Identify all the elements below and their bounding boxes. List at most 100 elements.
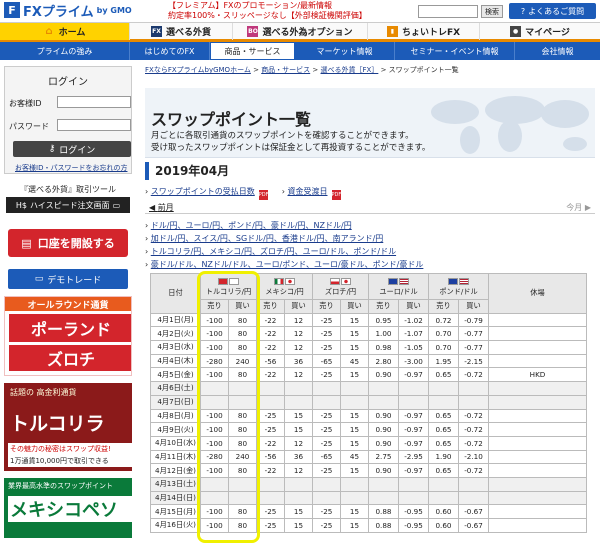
pair-link-4[interactable]: 豪ドル/ドル、NZドル/ドル、ユーロ/ポンド、ユーロ/豪ドル、ポンド/豪ドル xyxy=(151,260,424,269)
tab-mypage[interactable]: ● マイページ xyxy=(480,23,600,40)
person-icon: ● xyxy=(510,26,522,37)
holiday-cell xyxy=(488,490,587,506)
breadcrumb-home[interactable]: FXならFXプライムbyGMOホーム xyxy=(145,66,251,74)
buy-cell: 15 xyxy=(340,422,369,437)
tab-fx[interactable]: FX 選べる外貨 xyxy=(130,23,233,40)
currency-name: トルコリラ/円 xyxy=(205,287,252,296)
pair-link-3[interactable]: トルコリラ/円、メキシコ/円、ズロチ/円、ユーロ/ドル、ポンド/ドル xyxy=(151,247,396,256)
banner3-peso: メキシコペソ xyxy=(8,496,132,522)
buy-cell: -0.77 xyxy=(458,340,489,355)
buy-cell: -0.97 xyxy=(398,463,429,478)
sell-cell: 2.80 xyxy=(368,353,399,369)
sell-cell: 0.98 xyxy=(368,340,399,355)
chevron-left-icon: ◀ xyxy=(149,203,158,212)
buy-cell: -0.72 xyxy=(458,422,489,437)
highspeed-button[interactable]: H$ ハイスピード注文画面 ▭ xyxy=(6,197,130,213)
holiday-cell xyxy=(488,518,587,533)
nav-company[interactable]: 会社情報 xyxy=(515,42,600,60)
banner2-sub1: その魅力の秘密はスワップ収益! xyxy=(8,443,132,455)
header-news-line-2[interactable]: 約定率100%・スリッページなし【外部検証機関評価】 xyxy=(168,11,368,21)
banner-lira[interactable]: 話題の 高金利通貨 トルコリラ その魅力の秘密はスワップ収益! 1万通貨10,0… xyxy=(4,383,132,471)
sell-cell xyxy=(368,476,399,492)
banner-zloty[interactable]: オールラウンド通貨 ポーランド ズロチ xyxy=(4,296,132,376)
current-month-label: 今月 xyxy=(566,203,583,212)
table-row: 4月10日(水) -100 80 -22 12 -25 15 0.90 -0.97 0.65 -0.… xyxy=(150,435,587,451)
id-input[interactable] xyxy=(57,96,131,108)
table-row: 4月4日(木) -280 240 -56 36 -65 45 2.80 -3.00 1.95 -2.… xyxy=(150,353,587,369)
sell-cell: -22 xyxy=(256,340,285,355)
logo-mark: F xyxy=(4,2,20,18)
nav-products[interactable]: 商品・サービス xyxy=(210,42,295,60)
buy-cell: -0.72 xyxy=(458,463,489,478)
question-icon: ? xyxy=(520,6,526,16)
forgot-link[interactable]: お客様ID・パスワードをお忘れの方 xyxy=(15,163,127,173)
sell-cell: -65 xyxy=(312,449,341,465)
pair-link-2[interactable]: 加ドル/円、スイス/円、SGドル/円、香港ドル/円、南アランド/円 xyxy=(151,234,384,243)
sell-cell: 0.65 xyxy=(428,463,459,478)
buy-cell xyxy=(398,394,429,410)
chart-icon: ▮ xyxy=(386,26,398,37)
password-input[interactable] xyxy=(57,119,131,131)
nav-market[interactable]: マーケット情報 xyxy=(295,42,395,60)
buy-cell: 45 xyxy=(340,353,369,369)
search-input[interactable] xyxy=(418,5,478,18)
table-row: 4月11日(木) -280 240 -56 36 -65 45 2.75 -2.95 1.90 -2… xyxy=(150,449,587,465)
login-button[interactable]: ⚷ ログイン xyxy=(13,141,131,157)
buy-cell: 15 xyxy=(340,435,369,451)
demo-trade-button[interactable]: ▭ デモトレード xyxy=(8,269,128,289)
header-news-line-1[interactable]: 【フレミアム】FXのプロモーション/最新情報 xyxy=(168,1,368,11)
logo[interactable]: F FXプライム by GMO xyxy=(4,2,132,20)
search-button[interactable]: 検索 xyxy=(481,5,503,18)
buy-cell: 15 xyxy=(340,504,369,519)
holiday-cell xyxy=(488,340,587,355)
swap-days-link[interactable]: スワップポイントの受払日数 xyxy=(151,187,255,196)
demo-label: デモトレード xyxy=(47,275,102,286)
buy-cell: -0.77 xyxy=(458,326,489,342)
open-account-button[interactable]: ▤ 口座を開設する xyxy=(8,229,128,257)
buy-cell xyxy=(284,394,313,410)
buy-cell: 12 xyxy=(284,435,313,451)
buy-cell xyxy=(284,381,313,396)
header-news[interactable]: 【フレミアム】FXのプロモーション/最新情報 約定率100%・スリッページなし【… xyxy=(168,1,368,21)
faq-button[interactable]: ? よくあるご質問 xyxy=(509,3,596,19)
pdf-icon[interactable]: PDF xyxy=(258,190,269,200)
holiday-cell xyxy=(488,381,587,396)
date-cell: 4月2日(火) xyxy=(150,326,201,342)
tab-choitore-label: ちょいトレFX xyxy=(401,28,461,38)
tab-home[interactable]: ⌂ ホーム xyxy=(0,23,130,40)
tab-choitore[interactable]: ▮ ちょいトレFX xyxy=(368,23,480,40)
nav-seminar[interactable]: セミナー・イベント情報 xyxy=(395,42,515,60)
breadcrumb-fx[interactable]: 選べる外貨［FX］ xyxy=(321,66,379,74)
sell-cell: -25 xyxy=(312,367,341,383)
currency-name: ズロチ/円 xyxy=(324,287,357,296)
current-month-link[interactable]: 今月 ▶ xyxy=(566,202,591,213)
buy-cell: 15 xyxy=(340,463,369,478)
buy-cell: 36 xyxy=(284,353,313,369)
buy-cell: -0.97 xyxy=(398,435,429,451)
flag-icon xyxy=(448,278,469,285)
chevron-right-icon: ▶ xyxy=(582,203,591,212)
breadcrumb-products[interactable]: 商品・サービス xyxy=(261,66,310,74)
buy-cell: 80 xyxy=(228,422,257,437)
banner-peso[interactable]: 業界最高水準のスワップポイント メキシコペソ xyxy=(4,478,132,538)
prev-month-link[interactable]: ◀ 前月 xyxy=(149,202,174,213)
sell-cell: -100 xyxy=(200,408,229,424)
tab-option[interactable]: BO 選べる外為オプション xyxy=(233,23,368,40)
nav-beginner[interactable]: はじめてのFX xyxy=(130,42,210,60)
sell-cell: -100 xyxy=(200,367,229,383)
sell-cell: 0.70 xyxy=(428,326,459,342)
info-links: › スワップポイントの受払日数 PDF › 資金受渡日 PDF xyxy=(145,186,595,200)
buy-cell: 15 xyxy=(340,340,369,355)
buy-header: 買い xyxy=(340,299,369,314)
pair-link-1[interactable]: ドル/円、ユーロ/円、ポンド/円、豪ドル/円、NZドル/円 xyxy=(151,221,352,230)
sell-cell: -100 xyxy=(200,422,229,437)
buy-cell: -0.67 xyxy=(458,518,489,533)
nav-strength[interactable]: プライムの強み xyxy=(0,42,130,60)
faq-label: よくあるご質問 xyxy=(528,6,585,16)
buy-cell: 12 xyxy=(284,312,313,328)
buy-header: 買い xyxy=(458,299,489,314)
pdf-icon[interactable]: PDF xyxy=(331,190,341,200)
settlement-date-link[interactable]: 資金受渡日 xyxy=(288,187,328,196)
buy-cell: -2.95 xyxy=(398,449,429,465)
sell-cell: 0.65 xyxy=(428,422,459,437)
